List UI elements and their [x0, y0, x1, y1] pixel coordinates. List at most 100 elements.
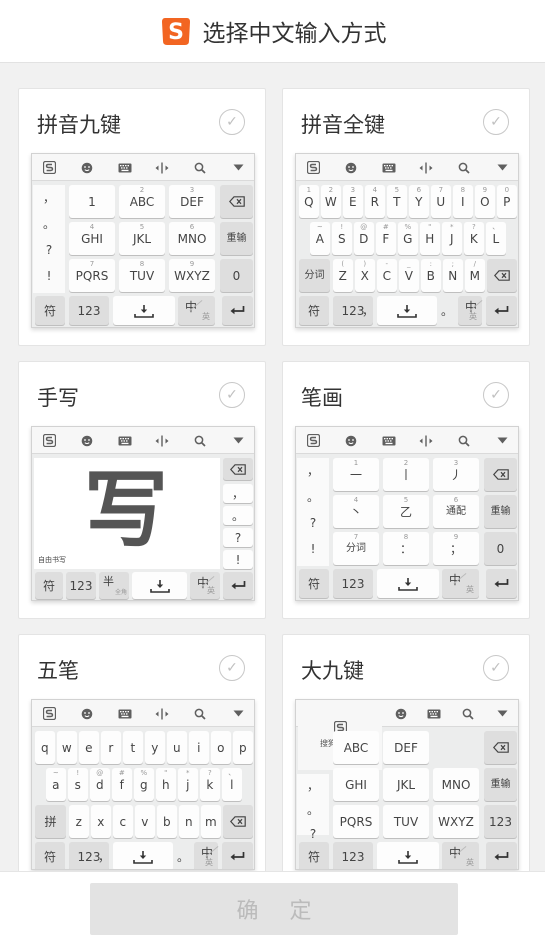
- letter-key: t: [123, 731, 143, 764]
- keyboard-preview: 搜狗输入法，。?!ABCDEFGHIJKLMNO重输PQRSTUVWXYZ123…: [295, 699, 519, 870]
- enter-key: [223, 572, 253, 599]
- layout-name: 大九键: [301, 659, 364, 683]
- check-circle-icon[interactable]: ✓: [219, 655, 245, 681]
- sogou-logo-icon: S: [161, 18, 190, 45]
- key-label: 123: [69, 578, 93, 593]
- key-hint: 6: [189, 223, 195, 231]
- space-icon: [149, 579, 170, 593]
- key-hint: 8: [139, 260, 145, 268]
- key-label: x: [97, 814, 105, 829]
- keyboard-icon: [391, 700, 411, 727]
- key-label: r: [108, 740, 114, 755]
- punctuation-key: 。: [223, 506, 253, 525]
- key-hint: ?: [207, 769, 212, 777]
- backspace-key: [223, 458, 253, 480]
- letter-key: i: [189, 731, 209, 764]
- key-hint: 9: [189, 260, 195, 268]
- layout-card-handwriting[interactable]: 手写 ✓ 写自由书写 ， 。?! 符 123 半全角 中英: [18, 361, 266, 619]
- key-label: 123: [341, 849, 365, 864]
- key-label: 符: [307, 303, 320, 318]
- layout-card-pinyin-t9[interactable]: 拼音九键 ✓ ，。?! 1 ABC 2 DEF 3 GHI 4 JKL 5 MNO 6 PQRS 7 TUV…: [18, 88, 266, 346]
- key-hint: 全角: [114, 589, 127, 596]
- key-hint: 3: [453, 459, 459, 467]
- key-label: b: [162, 814, 171, 829]
- check-circle-icon[interactable]: ✓: [219, 109, 245, 135]
- punctuation-key: ，: [42, 191, 55, 205]
- search-icon: [458, 700, 478, 727]
- stroke-key: ： 8: [383, 532, 429, 565]
- letter-key: y: [145, 731, 165, 764]
- key-label: B: [426, 268, 435, 283]
- key-hint: 3: [350, 186, 356, 194]
- key-hint: ?: [471, 223, 476, 231]
- letter-key: B:: [421, 259, 441, 292]
- key-label: j: [186, 777, 190, 792]
- key-hint: _: [407, 260, 411, 268]
- keyboard-icon: [115, 154, 135, 181]
- emoji-icon: [77, 700, 97, 727]
- backspace-key: [220, 185, 253, 218]
- punctuation-key: ?: [45, 243, 53, 257]
- key-label: c: [119, 814, 127, 829]
- letter-key: P0: [497, 185, 517, 218]
- enter-icon: [494, 852, 509, 861]
- key-hint: *: [186, 769, 190, 777]
- cursor-move-icon: [424, 700, 444, 727]
- key-label: 中: [185, 300, 198, 314]
- t9-key: 1: [69, 185, 115, 218]
- key-label: 符: [43, 303, 56, 318]
- keyboard-icon: [379, 427, 399, 454]
- collapse-arrow-icon: [228, 154, 248, 181]
- layout-card-stroke[interactable]: 笔画 ✓ ，。?! 一 1 丨 2 丿 3 丶 4 乙 5 通配 6 分词 7： 8； 9 重输 0 符 123 中英: [282, 361, 530, 619]
- key-label: 半: [103, 575, 114, 588]
- space-key: [113, 842, 173, 869]
- key-label: 乙: [399, 504, 412, 519]
- key-label: 123: [341, 576, 365, 591]
- t9-key: WXYZ: [433, 805, 479, 838]
- key-label: 重输: [490, 505, 511, 517]
- confirm-button[interactable]: 确 定: [90, 883, 458, 935]
- punctuation-key: ，: [306, 779, 319, 793]
- check-circle-icon[interactable]: ✓: [483, 382, 509, 408]
- letter-key: S!: [332, 222, 352, 255]
- reenter-key: 重输: [220, 222, 253, 255]
- check-circle-icon[interactable]: ✓: [219, 382, 245, 408]
- keyboard-preview: 写自由书写 ， 。?! 符 123 半全角 中英: [31, 426, 255, 601]
- layout-card-pinyin-qwerty[interactable]: 拼音全键 ✓ Q 1 W 2 E 3 R 4 T 5 Y 6 U 7 I 8 O 9 P 0 A ~ S! D @ F # G% H " J…: [282, 88, 530, 346]
- key-label: WXYZ: [174, 268, 210, 283]
- key-label: 符: [43, 849, 56, 864]
- key-label: 分词: [346, 542, 366, 554]
- key-label: H: [425, 231, 435, 246]
- backspace-key: [487, 259, 517, 292]
- search-icon: [454, 154, 474, 181]
- layout-card-large-t9[interactable]: 大九键 ✓ 搜狗输入法，。?!ABCDEFGHIJKLMNO重输PQRSTUVW…: [282, 634, 530, 884]
- space-key: [132, 572, 187, 599]
- t9-key: GHI: [333, 768, 379, 801]
- key-label: C: [382, 268, 391, 283]
- punctuation-key: ，: [306, 464, 319, 478]
- symbol-key: 符: [35, 296, 65, 325]
- key-hint: 7: [89, 260, 95, 268]
- key-hint: 0: [504, 186, 510, 194]
- letter-key: p: [233, 731, 253, 764]
- layout-name: 拼音九键: [37, 113, 121, 137]
- key-label: ，: [97, 849, 110, 864]
- key-label: 中: [449, 573, 462, 587]
- letter-key: N;: [443, 259, 463, 292]
- backspace-icon: [492, 469, 509, 480]
- key-label: d: [95, 777, 104, 792]
- punctuation-key: ?: [223, 528, 253, 547]
- layout-card-wubi[interactable]: 五笔 ✓ q w e r t y u i o p a ~ s! d @ f # g% h " j * k? l、拼 z x c v b n…: [18, 634, 266, 884]
- backspace-icon: [492, 742, 509, 753]
- space-icon: [133, 850, 153, 864]
- backspace-icon: [494, 270, 510, 281]
- check-circle-icon[interactable]: ✓: [483, 109, 509, 135]
- check-circle-icon[interactable]: ✓: [483, 655, 509, 681]
- comma-key: ，: [358, 296, 378, 325]
- zh-en-toggle-key: 中英: [190, 572, 220, 599]
- key-label: ：: [399, 541, 412, 556]
- search-icon: [190, 700, 210, 727]
- key-label: 分词: [304, 269, 325, 281]
- cursor-move-icon: [416, 427, 436, 454]
- comma-key: ，: [94, 842, 114, 869]
